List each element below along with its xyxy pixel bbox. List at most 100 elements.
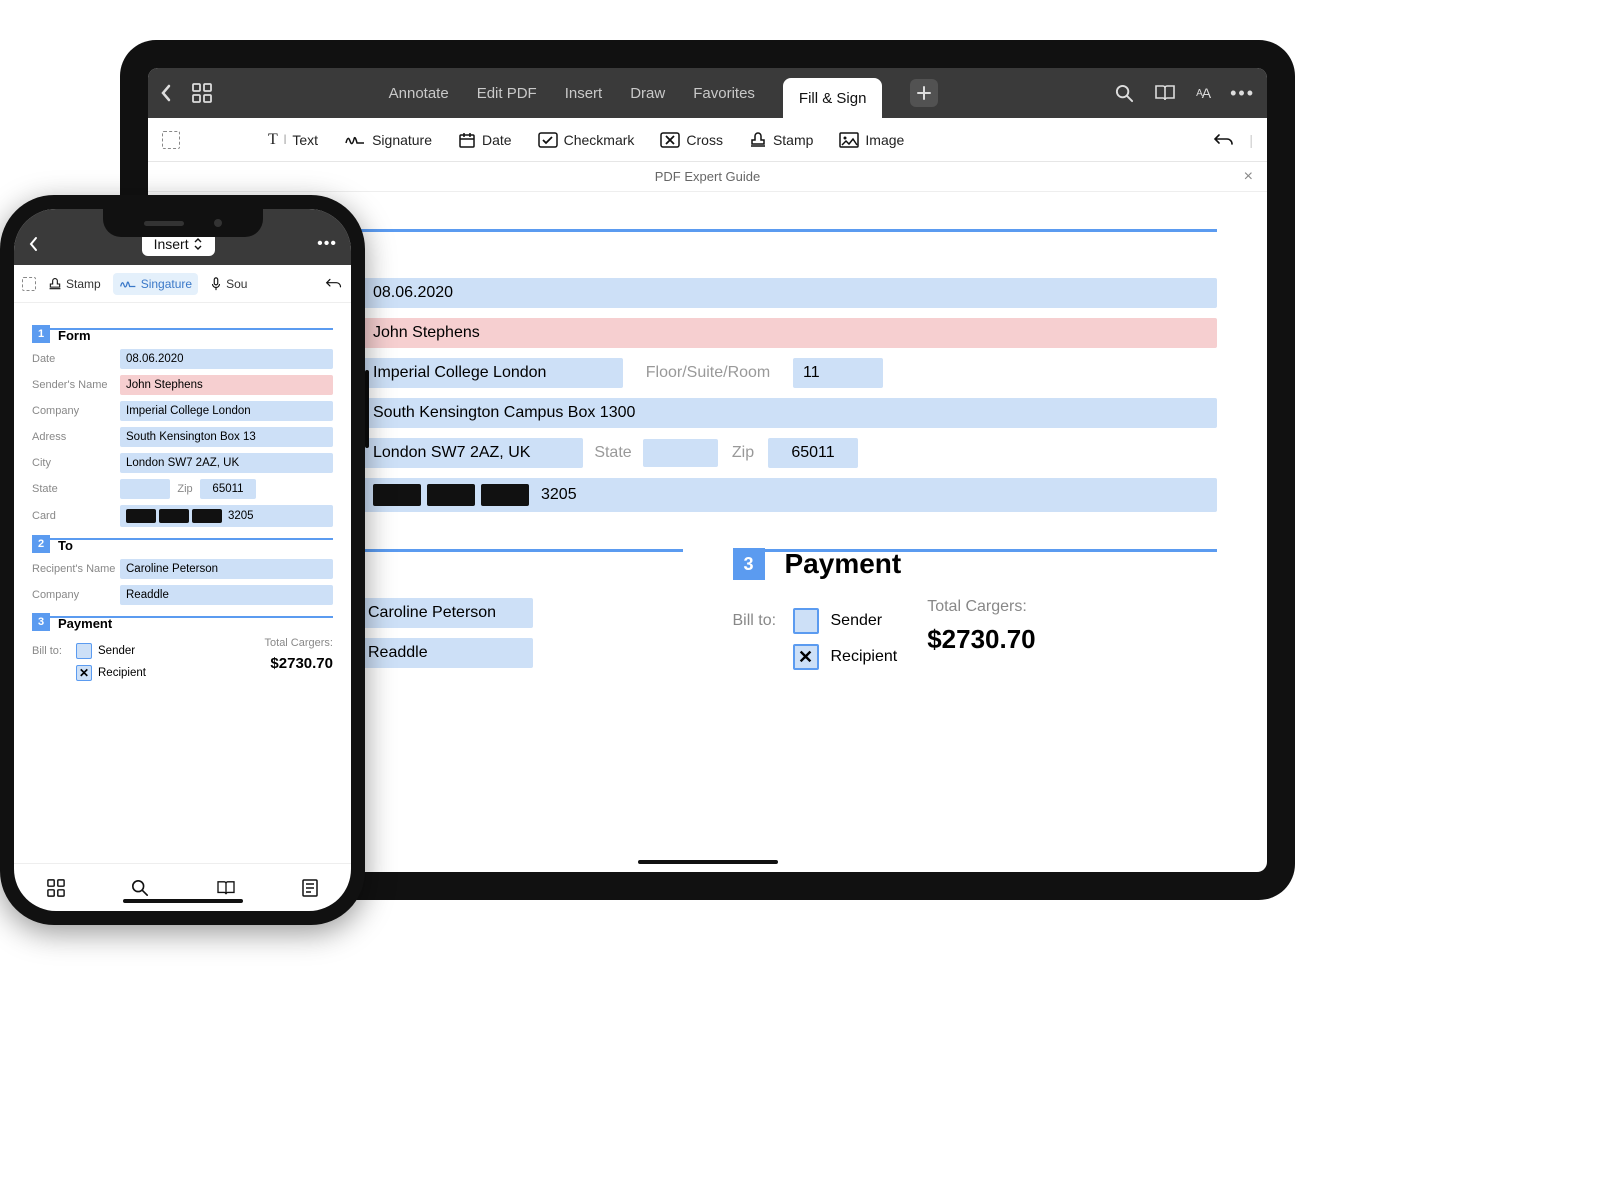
book-icon[interactable] <box>216 880 236 896</box>
tool-sound[interactable]: Sou <box>204 273 253 295</box>
back-chevron-icon[interactable] <box>160 84 172 102</box>
search-icon[interactable] <box>1115 84 1134 103</box>
field-company[interactable]: Imperial College London <box>120 401 333 421</box>
label-company: Company <box>32 405 120 417</box>
section-3-number: 3 <box>32 613 50 631</box>
section-2-title: To <box>58 538 333 553</box>
ipad-topbar: Annotate Edit PDF Insert Draw Favorites … <box>148 68 1267 118</box>
tool-signature[interactable]: Signature <box>336 128 440 152</box>
card-mask-icon <box>126 509 156 523</box>
label-billto: Bill to: <box>733 612 793 630</box>
field-company2[interactable]: Readdle <box>120 585 333 605</box>
close-icon[interactable]: × <box>1244 168 1253 186</box>
placeholder-floor[interactable]: Floor/Suite/Room <box>623 358 793 388</box>
checkbox-sender[interactable] <box>76 643 92 659</box>
field-address[interactable]: South Kensington Box 13 <box>120 427 333 447</box>
selection-tool-icon[interactable] <box>162 131 180 149</box>
tool-sound-label: Sou <box>226 277 247 291</box>
field-state[interactable] <box>120 479 170 499</box>
tool-cross-label: Cross <box>686 132 723 148</box>
field-card[interactable]: 3205 <box>363 478 1217 512</box>
search-icon[interactable] <box>131 879 149 897</box>
add-tab-button[interactable] <box>910 79 938 107</box>
grid-icon[interactable] <box>192 83 212 103</box>
divider-icon: | <box>1249 132 1253 148</box>
more-icon[interactable]: ••• <box>1230 83 1255 104</box>
selection-tool-icon[interactable] <box>22 277 36 291</box>
tab-draw[interactable]: Draw <box>630 68 665 118</box>
label-zip: Zip <box>718 438 768 468</box>
field-floor[interactable]: 11 <box>793 358 883 388</box>
more-icon[interactable]: ••• <box>317 235 337 253</box>
field-zip[interactable]: 65011 <box>200 479 256 499</box>
tool-date[interactable]: Date <box>450 127 520 153</box>
label-total: Total Cargers: <box>927 598 1035 616</box>
field-address[interactable]: South Kensington Campus Box 1300 <box>363 398 1217 428</box>
label-billto: Bill to: <box>32 645 76 657</box>
field-company[interactable]: Imperial College London <box>363 358 623 388</box>
book-icon[interactable] <box>1154 84 1176 102</box>
checkbox-sender[interactable] <box>793 608 819 634</box>
card-mask-icon <box>481 484 529 506</box>
label-state: State <box>32 483 120 495</box>
field-recipient[interactable]: Caroline Peterson <box>120 559 333 579</box>
phone-side-button <box>365 370 369 448</box>
field-city[interactable]: London SW7 2AZ, UK <box>120 453 333 473</box>
tab-fill-sign[interactable]: Fill & Sign <box>783 78 883 118</box>
tool-image-label: Image <box>865 132 904 148</box>
tool-stamp[interactable]: Stamp <box>741 127 821 153</box>
card-last4: 3205 <box>541 486 577 504</box>
label-card: Card <box>32 510 120 522</box>
section-2-number: 2 <box>32 535 50 553</box>
tool-checkmark[interactable]: Checkmark <box>530 128 643 152</box>
tool-stamp[interactable]: Stamp <box>42 273 107 295</box>
field-card[interactable]: 3205 <box>120 505 333 527</box>
grid-icon[interactable] <box>47 879 65 897</box>
tab-insert[interactable]: Insert <box>565 68 603 118</box>
section-1-title: Form <box>58 328 333 343</box>
tab-edit-pdf[interactable]: Edit PDF <box>477 68 537 118</box>
ipad-fillsign-toolbar: T| Text Signature Date Checkmark Cross <box>148 118 1267 162</box>
field-sender[interactable]: John Stephens <box>363 318 1217 348</box>
text-size-icon[interactable]: AA <box>1196 85 1210 101</box>
iphone-device: Insert ••• Stamp Singature Sou <box>0 195 365 925</box>
tool-stamp-label: Stamp <box>773 132 813 148</box>
label-zip: Zip <box>170 483 200 495</box>
tool-image[interactable]: Image <box>831 128 912 152</box>
home-indicator[interactable] <box>638 860 778 864</box>
checkbox-recipient[interactable]: ✕ <box>793 644 819 670</box>
option-sender: Sender <box>831 612 883 630</box>
section-3-title: Payment <box>785 548 902 580</box>
label-recipient: Recipent's Name <box>32 563 120 575</box>
tool-text[interactable]: T| Text <box>260 127 326 153</box>
field-sender[interactable]: John Stephens <box>120 375 333 395</box>
document-title-bar: PDF Expert Guide × <box>148 162 1267 192</box>
tool-signature[interactable]: Singature <box>113 273 198 295</box>
field-date[interactable]: 08.06.2020 <box>363 278 1217 308</box>
undo-icon[interactable] <box>325 277 343 290</box>
field-zip[interactable]: 65011 <box>768 438 858 468</box>
tool-text-label: Text <box>292 132 318 148</box>
home-indicator[interactable] <box>123 899 243 903</box>
tab-favorites[interactable]: Favorites <box>693 68 755 118</box>
label-date: Date <box>32 353 120 365</box>
notch <box>103 209 263 237</box>
field-city[interactable]: London SW7 2AZ, UK <box>363 438 583 468</box>
document-title: PDF Expert Guide <box>655 169 761 184</box>
undo-icon[interactable] <box>1213 132 1235 148</box>
label-address: Adress <box>32 431 120 443</box>
camera-icon <box>214 219 222 227</box>
tab-annotate[interactable]: Annotate <box>389 68 449 118</box>
back-chevron-icon[interactable] <box>28 236 39 252</box>
checkbox-recipient[interactable]: ✕ <box>76 665 92 681</box>
field-recipient[interactable]: Caroline Peterson <box>358 598 533 628</box>
card-mask-icon <box>159 509 189 523</box>
outline-icon[interactable] <box>302 879 318 897</box>
iphone-screen: Insert ••• Stamp Singature Sou <box>14 209 351 911</box>
field-date[interactable]: 08.06.2020 <box>120 349 333 369</box>
tool-cross[interactable]: Cross <box>652 128 731 152</box>
section-1-number: 1 <box>32 325 50 343</box>
tool-checkmark-label: Checkmark <box>564 132 635 148</box>
field-company2[interactable]: Readdle <box>358 638 533 668</box>
field-state[interactable] <box>643 439 718 467</box>
